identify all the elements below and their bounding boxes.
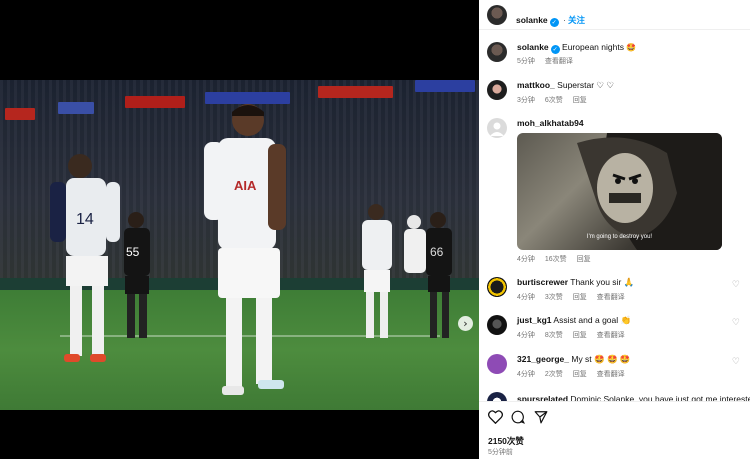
jersey-number: 14 [76, 211, 94, 228]
player-opponent: 55 [124, 212, 150, 338]
player-group-right: 66 [362, 204, 452, 338]
translate-link[interactable]: 查看翻译 [597, 371, 625, 378]
comment-username[interactable]: 321_george_ [517, 354, 569, 364]
comment-username[interactable]: mattkoo_ [517, 80, 555, 90]
comment-text: Superstar ♡ ♡ [557, 80, 614, 90]
led-board [5, 108, 35, 120]
share-icon[interactable] [534, 410, 548, 424]
comment-time: 4分钟 [517, 294, 535, 301]
comment-time: 3分钟 [517, 97, 535, 104]
jersey-number: 55 [126, 245, 140, 259]
verified-icon: ✓ [549, 18, 559, 27]
caption-username[interactable]: solanke [517, 42, 549, 52]
led-board [318, 86, 393, 98]
translate-link[interactable]: 查看翻译 [597, 294, 625, 301]
comment-text: Thank you sir 🙏 [570, 277, 635, 287]
post-actions: 2150次赞 5分钟前 [479, 401, 750, 459]
like-count[interactable]: 2150次赞 [488, 435, 524, 447]
reply-button[interactable]: 回复 [573, 371, 587, 378]
reply-button[interactable]: 回复 [577, 256, 591, 263]
jersey-number: 66 [430, 245, 444, 259]
comment-gif[interactable]: I'm going to destroy you! [517, 133, 722, 250]
comment-time: 4分钟 [517, 371, 535, 378]
jersey-sponsor: AIA [234, 178, 257, 193]
comment-likes[interactable]: 16次赞 [545, 256, 567, 263]
comment-likes[interactable]: 8次赞 [545, 332, 563, 339]
led-board [58, 102, 94, 114]
comment-time: 4分钟 [517, 332, 535, 339]
gif-artwork [577, 133, 722, 250]
post-media: 14 55 AIA 66 › [0, 0, 479, 459]
post-photo[interactable]: 14 55 AIA 66 › [0, 80, 479, 410]
default-avatar-icon [490, 122, 504, 136]
comment-username[interactable]: burtiscrewer [517, 277, 568, 287]
like-comment-icon[interactable]: ♡ [732, 357, 740, 367]
verified-icon: ✓ [550, 45, 560, 54]
avatar[interactable] [487, 277, 507, 297]
led-board [415, 80, 475, 92]
post-header: solanke ✓ · 关注 [479, 0, 750, 30]
like-comment-icon[interactable]: ♡ [732, 318, 740, 328]
comment-likes[interactable]: 6次赞 [545, 97, 563, 104]
comment-text: Assist and a goal 👏 [553, 315, 632, 325]
post-time: 5分钟前 [488, 449, 513, 456]
reply-button[interactable]: 回复 [573, 97, 587, 104]
like-comment-icon[interactable]: ♡ [732, 280, 740, 290]
caption-emoji: 🤩 [626, 43, 637, 52]
caption-time: 5分钟 [517, 58, 535, 65]
follow-button[interactable]: 关注 [568, 15, 585, 25]
next-slide-button[interactable]: › [458, 316, 473, 331]
avatar[interactable] [487, 118, 507, 138]
avatar[interactable] [487, 5, 507, 25]
caption-text: European nights [562, 42, 624, 52]
gif-caption: I'm going to destroy you! [586, 234, 653, 240]
comment-time: 4分钟 [517, 256, 535, 263]
avatar[interactable] [487, 42, 507, 62]
translate-link[interactable]: 查看翻译 [597, 332, 625, 339]
comment-likes[interactable]: 3次赞 [545, 294, 563, 301]
reply-button[interactable]: 回复 [573, 332, 587, 339]
comment-icon[interactable] [511, 410, 525, 424]
comment-likes[interactable]: 2次赞 [545, 371, 563, 378]
reply-button[interactable]: 回复 [573, 294, 587, 301]
translate-link[interactable]: 查看翻译 [545, 58, 573, 65]
post-detail-panel: solanke ✓ · 关注 solanke ✓ European nights 🤩… [479, 0, 750, 459]
led-board [125, 96, 185, 108]
comment-text: My st 🤩 🤩 🤩 [571, 354, 631, 364]
heart-icon[interactable] [488, 410, 503, 424]
player-solanke: AIA [204, 104, 286, 395]
comment-username[interactable]: moh_alkhatab94 [517, 118, 584, 128]
avatar[interactable] [487, 315, 507, 335]
header-username[interactable]: solanke [516, 15, 548, 25]
avatar[interactable] [487, 354, 507, 374]
comment-username[interactable]: just_kg1 [517, 315, 552, 325]
avatar[interactable] [487, 80, 507, 100]
